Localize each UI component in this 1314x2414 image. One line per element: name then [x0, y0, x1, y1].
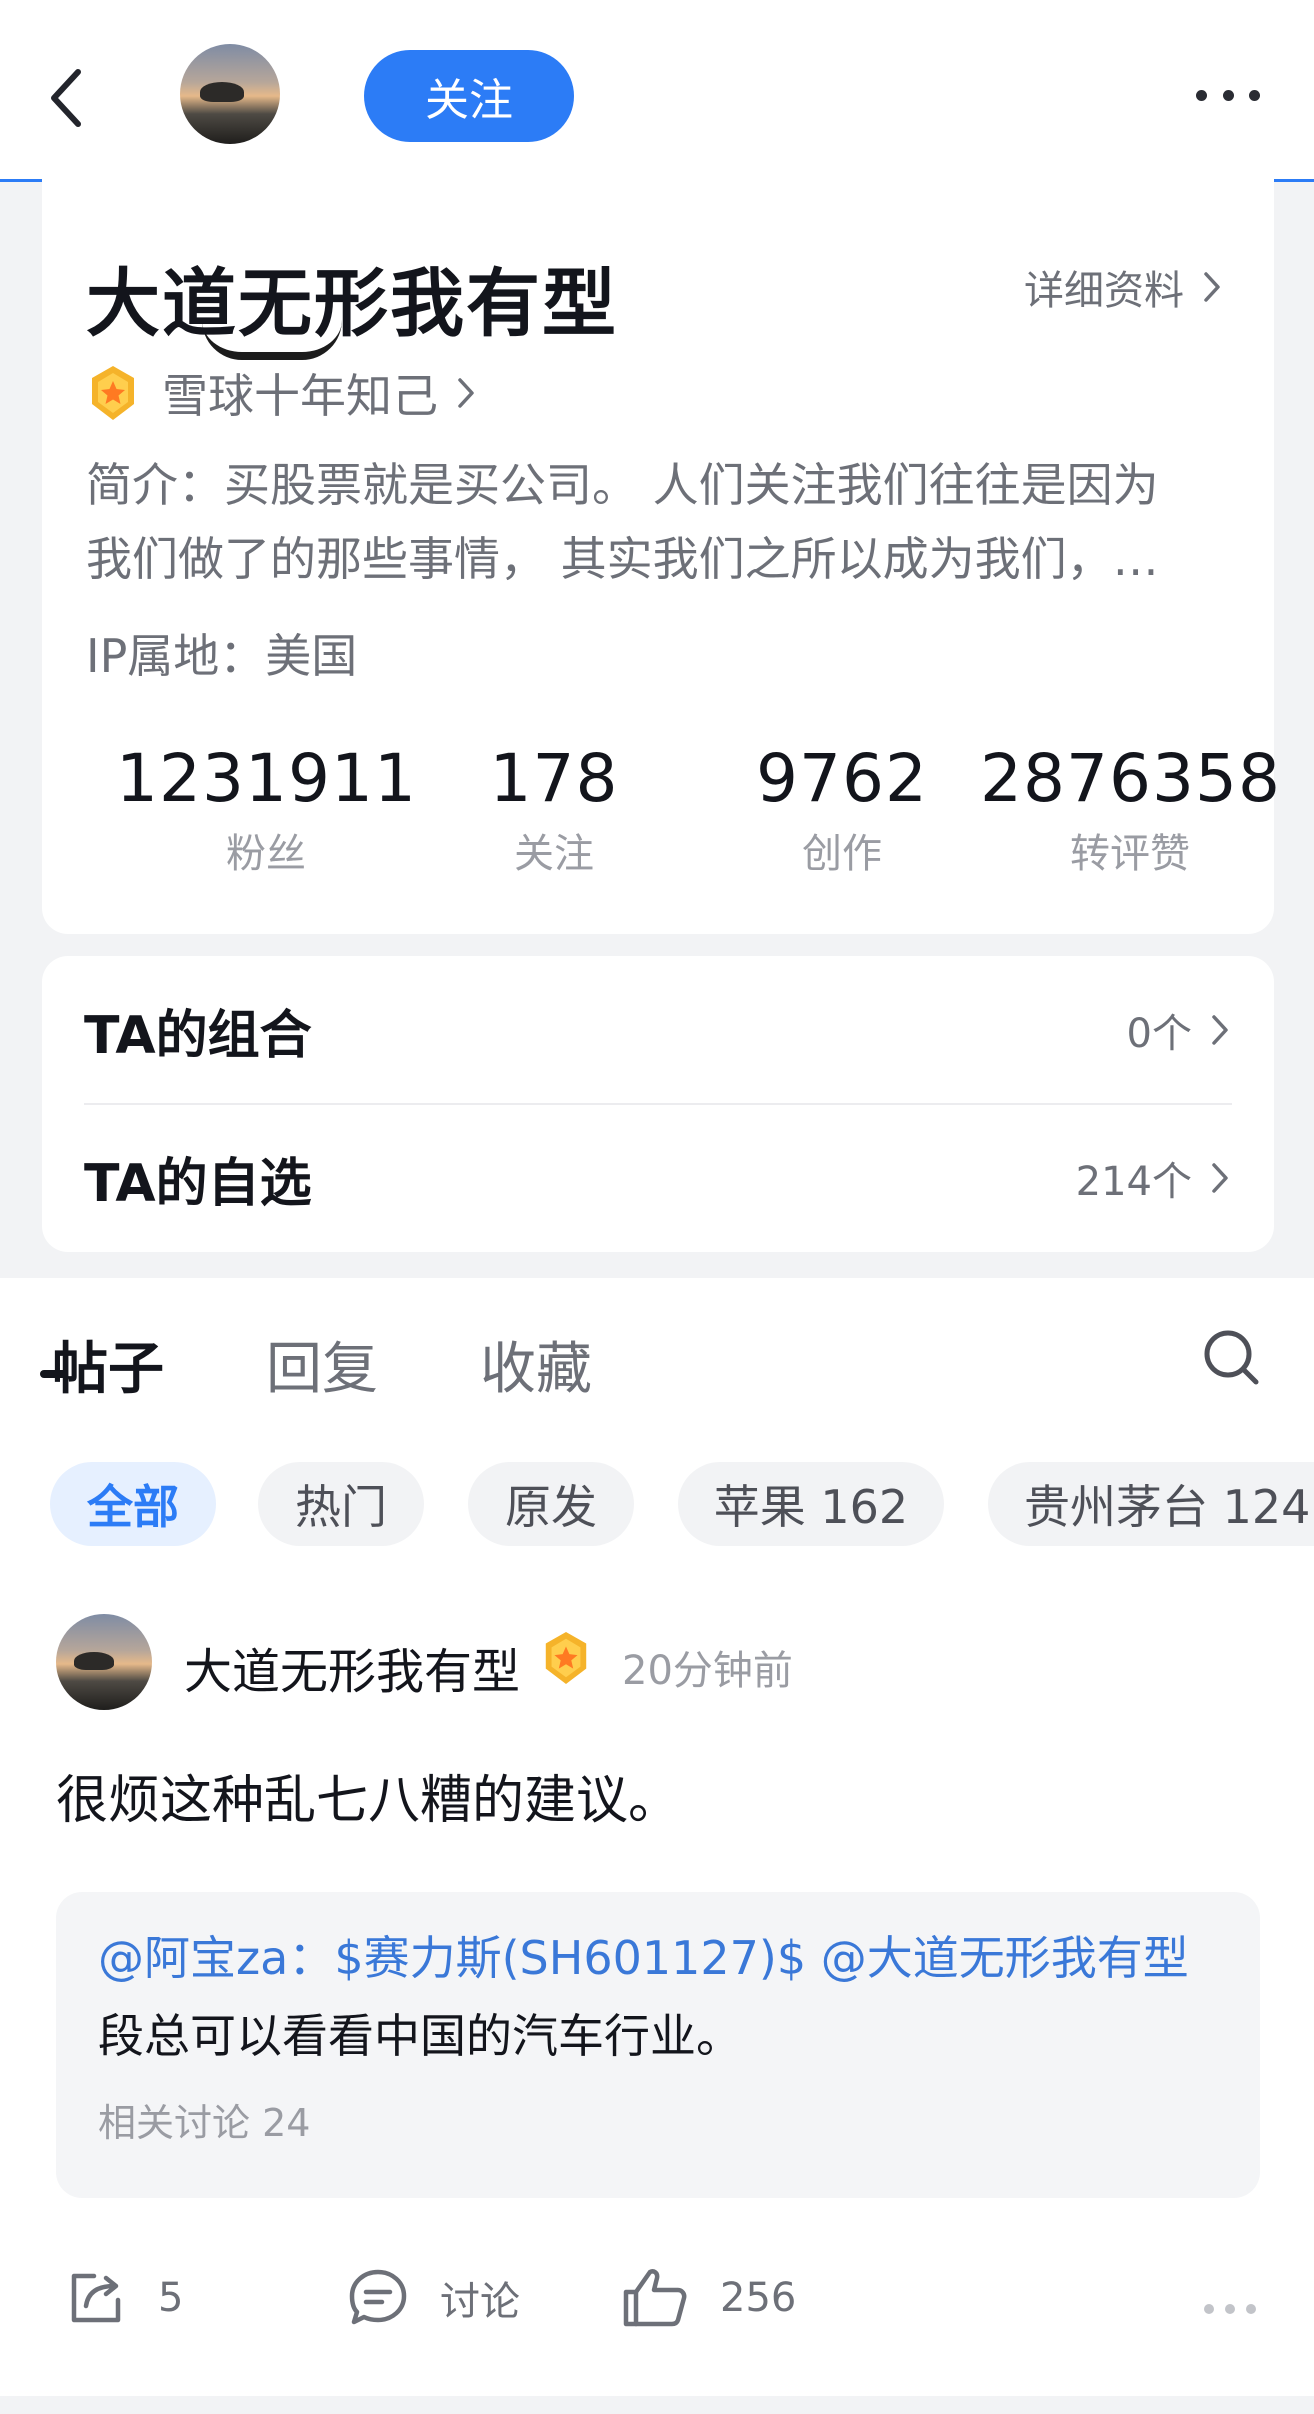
comment-label: 讨论: [440, 2279, 520, 2325]
badge-label: 雪球十年知己: [162, 369, 438, 423]
chip-hot[interactable]: 热门: [258, 1462, 424, 1546]
post-author-avatar[interactable]: [56, 1614, 152, 1710]
follow-button[interactable]: 关注: [364, 50, 574, 142]
chevron-right-icon: [458, 378, 474, 408]
top-nav-bar: 关注: [0, 0, 1314, 182]
post-more-button[interactable]: [1204, 2302, 1256, 2316]
tab-posts[interactable]: 帖子: [52, 1324, 164, 1405]
thumbs-up-icon: [623, 2269, 687, 2327]
stat-posts[interactable]: 9762 创作: [692, 740, 992, 879]
search-button[interactable]: [1200, 1326, 1264, 1390]
content-tabs: 帖子 回复 收藏: [52, 1324, 592, 1405]
dot-icon: [1196, 89, 1207, 101]
stat-value: 2876358: [980, 740, 1281, 817]
filter-chips: 全部 热门 原发 苹果 162 贵州茅台 124: [50, 1462, 1314, 1546]
like-count: 256: [720, 2275, 797, 2321]
related-discussion[interactable]: 相关讨论 24: [98, 2092, 310, 2147]
profile-page: 关注 大道无形我有型 详细资料 雪球十年知己 简介：买股票就是买公司。 人们关注…: [0, 0, 1314, 2414]
chevron-left-icon: [51, 69, 81, 127]
chevron-right-icon: [1204, 272, 1220, 302]
profile-intro[interactable]: 简介：买股票就是买公司。 人们关注我们往往是因为 我们做了的那些事情， 其实我们…: [86, 448, 1236, 596]
stat-value: 1231911: [116, 740, 417, 817]
stat-label: 创作: [802, 831, 882, 877]
comment-button[interactable]: 讨论: [346, 2266, 520, 2330]
avatar[interactable]: [180, 44, 280, 144]
tab-favorites[interactable]: 收藏: [480, 1324, 592, 1405]
chip-apple[interactable]: 苹果 162: [678, 1462, 944, 1546]
profile-name: 大道无形我有型: [86, 261, 618, 347]
stat-label: 关注: [514, 831, 594, 877]
back-button[interactable]: [36, 58, 96, 138]
quoted-mentions[interactable]: @阿宝za：$赛力斯(SH601127)$ @大道无形我有型: [98, 1922, 1189, 1988]
chip-original[interactable]: 原发: [468, 1462, 634, 1546]
feed-section: 帖子 回复 收藏 全部 热门 原发 苹果 162 贵州茅台 124 大道无形我有…: [0, 1278, 1314, 2396]
stat-value: 178: [489, 740, 619, 817]
ta-portfolio-title: TA的组合: [84, 1005, 312, 1066]
more-options-button[interactable]: [1196, 80, 1260, 110]
ta-watchlist-title: TA的自选: [84, 1153, 312, 1214]
quoted-post[interactable]: @阿宝za：$赛力斯(SH601127)$ @大道无形我有型 段总可以看看中国的…: [56, 1892, 1260, 2198]
comment-icon: [349, 2269, 407, 2325]
chevron-right-icon: [1212, 1163, 1228, 1193]
medal-icon: [92, 366, 134, 420]
stat-label: 转评赞: [1070, 831, 1190, 877]
stat-value: 9762: [756, 740, 928, 817]
badge-link[interactable]: 雪球十年知己: [86, 360, 476, 426]
chevron-right-icon: [1212, 1015, 1228, 1045]
stat-following[interactable]: 178 关注: [404, 740, 704, 879]
tab-replies[interactable]: 回复: [266, 1324, 378, 1405]
dot-icon: [1249, 89, 1260, 101]
ta-watchlist-right: 214个: [1076, 1149, 1230, 1207]
share-icon: [71, 2273, 121, 2323]
intro-line: 简介：买股票就是买公司。 人们关注我们往往是因为: [86, 458, 1159, 512]
dot-icon: [1222, 89, 1234, 101]
medal-icon: [545, 1632, 587, 1684]
dot-icon: [1225, 2304, 1235, 2314]
stats-row: 1231911 粉丝 178 关注 9762 创作 2876358 转评赞: [42, 740, 1280, 880]
post-author-name[interactable]: 大道无形我有型: [184, 1632, 520, 1702]
ta-portfolio-count: 0个: [1126, 1011, 1192, 1057]
like-button[interactable]: 256: [620, 2266, 796, 2330]
tab-indicator: [40, 1370, 68, 1378]
ta-watchlist-count: 214个: [1075, 1159, 1192, 1205]
ta-card: TA的组合 0个 TA的自选 214个: [42, 956, 1274, 1252]
chip-all[interactable]: 全部: [50, 1462, 216, 1546]
chip-moutai[interactable]: 贵州茅台 124: [988, 1462, 1314, 1546]
ta-watchlist-row[interactable]: TA的自选 214个: [84, 1104, 1274, 1252]
stat-followers[interactable]: 1231911 粉丝: [116, 740, 416, 879]
share-button[interactable]: 5: [64, 2266, 183, 2330]
ta-portfolio-row[interactable]: TA的组合 0个: [84, 956, 1274, 1104]
dot-icon: [1204, 2304, 1214, 2314]
quoted-text: 段总可以看看中国的汽车行业。: [98, 2009, 742, 2063]
dot-icon: [1246, 2304, 1256, 2314]
detail-info-label: 详细资料: [1024, 268, 1184, 314]
intro-line: 我们做了的那些事情， 其实我们之所以成为我们，…: [86, 532, 1159, 586]
ip-location: IP属地：美国: [86, 629, 358, 683]
stat-label: 粉丝: [226, 831, 306, 877]
search-icon: [1204, 1330, 1259, 1385]
post-actions: 5 讨论 256: [0, 2266, 1314, 2356]
share-count: 5: [158, 2275, 184, 2321]
detail-info-link[interactable]: 详细资料: [1024, 258, 1222, 316]
post-body[interactable]: 很烦这种乱七八糟的建议。: [56, 1758, 680, 1833]
ta-portfolio-right: 0个: [1127, 1001, 1230, 1059]
post-timestamp: 20分钟前: [622, 1648, 793, 1694]
stat-interactions[interactable]: 2876358 转评赞: [980, 740, 1280, 879]
